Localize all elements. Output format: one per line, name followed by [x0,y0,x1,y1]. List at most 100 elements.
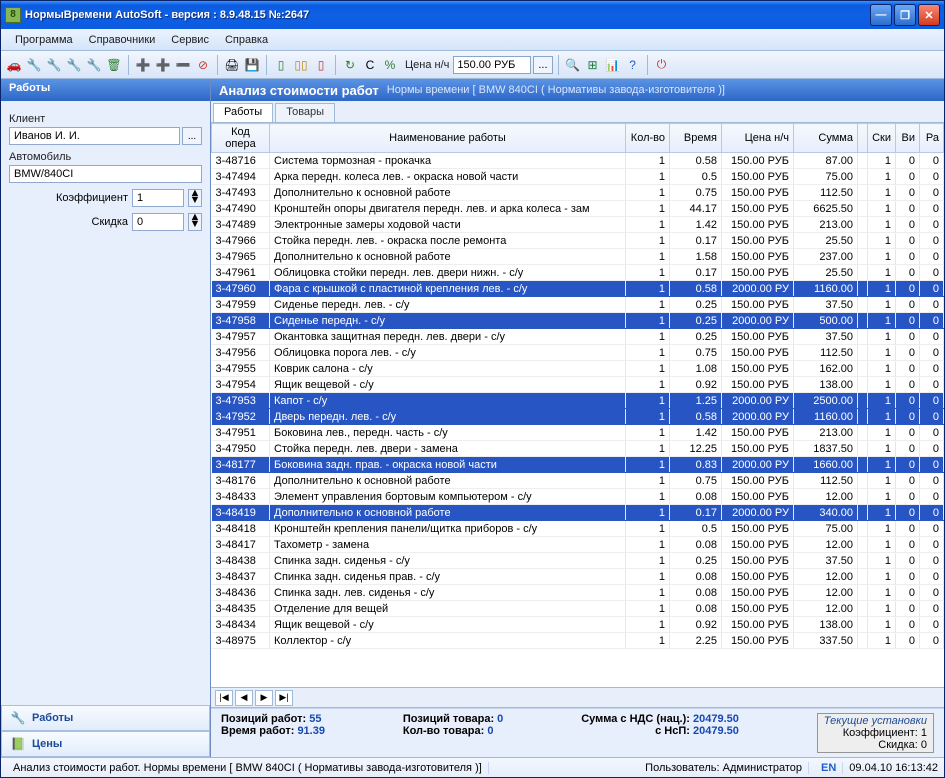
column-header[interactable]: Ски [868,124,896,153]
table-row[interactable]: 3-48417Тахометр - замена10.08150.00 РУБ1… [212,537,944,553]
cell [858,313,868,329]
car-icon[interactable]: 🚗 [5,56,23,74]
price-ellipsis-button[interactable]: ... [533,56,552,74]
cell: 0.92 [670,617,722,633]
table-row[interactable]: 3-48177Боковина задн. прав. - окраска но… [212,457,944,473]
column-header[interactable]: Наименование работы [270,124,626,153]
sidebar-nav-prices[interactable]: 📗 Цены [1,731,210,757]
wrench-icon-3[interactable]: 🔧 [65,56,83,74]
menu-help[interactable]: Справка [217,32,276,48]
table-row[interactable]: 3-48436Спинка задн. лев. сиденья - с/у10… [212,585,944,601]
window-title: НормыВремени AutoSoft - версия : 8.9.48.… [25,9,868,21]
car-input[interactable] [9,165,202,183]
price-input[interactable] [453,56,531,74]
column-header[interactable]: Сумма [794,124,858,153]
column-header[interactable] [858,124,868,153]
table-row[interactable]: 3-48434Ящик вещевой - с/у10.92150.00 РУБ… [212,617,944,633]
help-icon[interactable]: ? [624,56,642,74]
table-row[interactable]: 3-47494Арка передн. колеса лев. - окраск… [212,169,944,185]
table-row[interactable]: 3-47954Ящик вещевой - с/у10.92150.00 РУБ… [212,377,944,393]
save-icon[interactable]: 💾 [243,56,261,74]
cell: Электронные замеры ходовой части [270,217,626,233]
table-row[interactable]: 3-47958Сиденье передн. - с/у10.252000.00… [212,313,944,329]
panel1-icon[interactable]: ▯ [272,56,290,74]
add-icon[interactable]: ➕ [134,56,152,74]
table-row[interactable]: 3-47959Сиденье передн. лев. - с/у10.2515… [212,297,944,313]
nav-prev-button[interactable]: ◀ [235,690,253,706]
cell: 150.00 РУБ [722,489,794,505]
nav-next-button[interactable]: ▶ [255,690,273,706]
column-header[interactable]: Цена н/ч [722,124,794,153]
column-header[interactable]: Код опера [212,124,270,153]
table-row[interactable]: 3-47965Дополнительно к основной работе11… [212,249,944,265]
status-text: Анализ стоимости работ. Нормы времени [ … [7,762,489,774]
cell: 1 [868,633,896,649]
coef-input[interactable] [132,189,184,207]
client-input[interactable] [9,127,180,145]
panel2-icon[interactable]: ▯▯ [292,56,310,74]
percent-icon[interactable]: % [381,56,399,74]
print-icon[interactable]: 🖨 [223,56,241,74]
table-row[interactable]: 3-47955Коврик салона - с/у11.08150.00 РУ… [212,361,944,377]
menu-directories[interactable]: Справочники [81,32,164,48]
table-row[interactable]: 3-47960Фара с крышкой с пластиной крепле… [212,281,944,297]
column-header[interactable]: Ви [896,124,920,153]
coef-spinner[interactable]: ▲▼ [188,189,202,207]
wrench-icon-2[interactable]: 🔧 [45,56,63,74]
wrench-icon-4[interactable]: 🔧 [85,56,103,74]
discount-input[interactable] [132,213,184,231]
table-row[interactable]: 3-47961Облицовка стойки передн. лев. две… [212,265,944,281]
table-row[interactable]: 3-47956Облицовка порога лев. - с/у10.751… [212,345,944,361]
remove-icon[interactable]: ➖ [174,56,192,74]
cell: 112.50 [794,473,858,489]
table-row[interactable]: 3-48176Дополнительно к основной работе10… [212,473,944,489]
refresh-icon[interactable]: ↻ [341,56,359,74]
client-browse-button[interactable]: ... [182,127,202,145]
minimize-button[interactable]: — [870,4,892,26]
table-row[interactable]: 3-48716Система тормозная - прокачка10.58… [212,153,944,169]
column-header[interactable]: Кол-во [626,124,670,153]
search-icon[interactable]: 🔍 [564,56,582,74]
trash-icon[interactable]: 🗑 [105,56,123,74]
table-row[interactable]: 3-47952Дверь передн. лев. - с/у10.582000… [212,409,944,425]
table-row[interactable]: 3-48975Коллектор - с/у12.25150.00 РУБ337… [212,633,944,649]
exit-icon[interactable]: ⏻ [653,56,671,74]
table-row[interactable]: 3-48419Дополнительно к основной работе10… [212,505,944,521]
table-row[interactable]: 3-47489Электронные замеры ходовой части1… [212,217,944,233]
table-row[interactable]: 3-47966Стойка передн. лев. - окраска пос… [212,233,944,249]
close-button[interactable]: ✕ [918,4,940,26]
chart-icon[interactable]: 📊 [604,56,622,74]
table-row[interactable]: 3-48418Кронштейн крепления панели/щитка … [212,521,944,537]
menu-program[interactable]: Программа [7,32,81,48]
tab-goods[interactable]: Товары [275,103,335,122]
add-alt-icon[interactable]: ➕ [154,56,172,74]
table-row[interactable]: 3-47951Боковина лев., передн. часть - с/… [212,425,944,441]
table-row[interactable]: 3-48437Спинка задн. сиденья прав. - с/у1… [212,569,944,585]
column-header[interactable]: Ра [920,124,944,153]
table-row[interactable]: 3-48438Спинка задн. сиденья - с/у10.2515… [212,553,944,569]
excel-icon[interactable]: ⊞ [584,56,602,74]
table-row[interactable]: 3-47493Дополнительно к основной работе10… [212,185,944,201]
calc-icon[interactable]: C [361,56,379,74]
table-row[interactable]: 3-48433Элемент управления бортовым компь… [212,489,944,505]
table-row[interactable]: 3-47953Капот - с/у11.252000.00 РУ2500.00… [212,393,944,409]
menu-service[interactable]: Сервис [163,32,217,48]
discount-spinner[interactable]: ▲▼ [188,213,202,231]
maximize-button[interactable]: ❐ [894,4,916,26]
table-row[interactable]: 3-47950Стойка передн. лев. двери - замен… [212,441,944,457]
tab-works[interactable]: Работы [213,103,273,122]
column-header[interactable]: Время [670,124,722,153]
cell: 2000.00 РУ [722,313,794,329]
clear-icon[interactable]: ⊘ [194,56,212,74]
nav-first-button[interactable]: |◀ [215,690,233,706]
wrench-icon[interactable]: 🔧 [25,56,43,74]
grid-header-row: Код операНаименование работыКол-воВремяЦ… [212,124,944,153]
table-row[interactable]: 3-47957Окантовка защитная передн. лев. д… [212,329,944,345]
table-row[interactable]: 3-48435Отделение для вещей10.08150.00 РУ… [212,601,944,617]
sidebar-nav-works[interactable]: 🔧 Работы [1,705,210,731]
status-lang[interactable]: EN [815,762,843,774]
panel3-icon[interactable]: ▯ [312,56,330,74]
table-row[interactable]: 3-47490Кронштейн опоры двигателя передн.… [212,201,944,217]
nav-last-button[interactable]: ▶| [275,690,293,706]
data-grid[interactable]: Код операНаименование работыКол-воВремяЦ… [211,123,944,688]
